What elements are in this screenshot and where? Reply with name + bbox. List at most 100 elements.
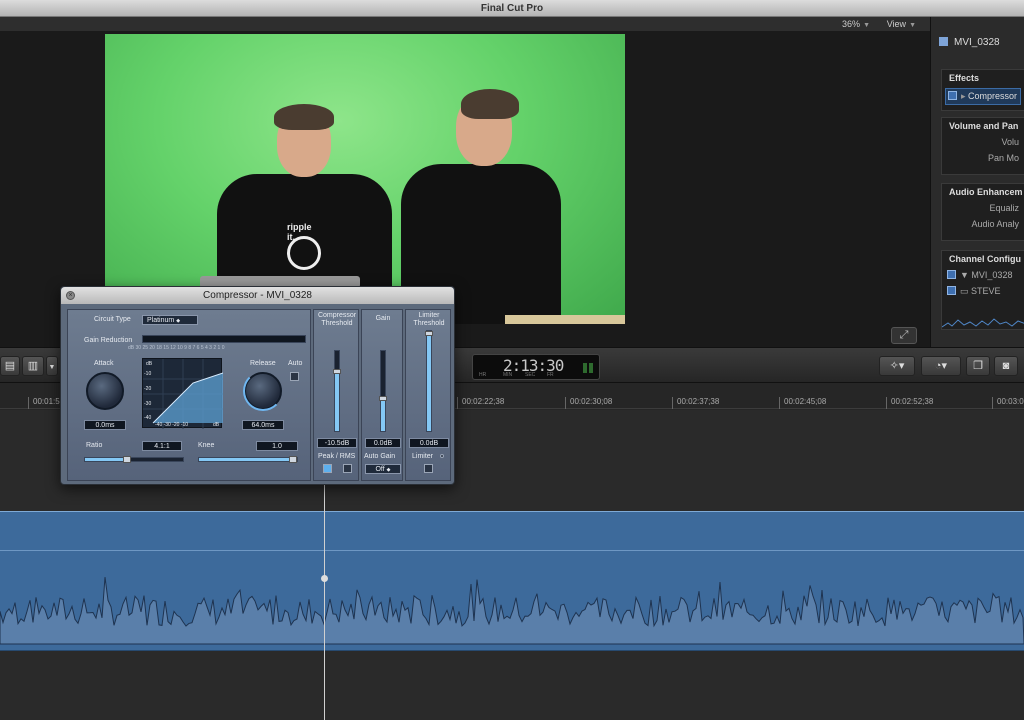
auto-gain-select[interactable]: Off ◆ [365, 464, 401, 474]
audio-meter-left [583, 363, 587, 373]
view-menu[interactable]: View ▼ [887, 19, 916, 29]
limiter-checkbox[interactable] [424, 464, 433, 473]
audio-meter-right [589, 363, 593, 373]
volume-line[interactable] [0, 550, 1024, 551]
gain-slider[interactable] [379, 350, 387, 432]
close-icon[interactable]: × [66, 291, 75, 300]
checkbox-icon[interactable] [948, 91, 957, 100]
auto-release-checkbox[interactable] [290, 372, 299, 381]
effect-compressor[interactable]: ▸ Compressor [945, 88, 1021, 105]
release-value[interactable]: 64.0ms [242, 420, 284, 430]
effects-section: Effects ▸ Compressor [941, 69, 1024, 111]
ratio-slider-thumb[interactable] [123, 456, 131, 463]
fullscreen-button[interactable]: ⤢ [891, 327, 917, 344]
timecode-display[interactable]: 2:13:30 HR MIN SEC FR [472, 354, 600, 380]
audio-analysis-row[interactable]: Audio Analy [942, 216, 1024, 232]
channel-item-name: STEVE [971, 286, 1001, 296]
limiter-label: Limiter [412, 453, 434, 460]
release-label: Release [250, 360, 276, 367]
edit-button[interactable]: ▥ [22, 356, 44, 376]
ruler-tick: 00:02:22;38 [457, 397, 504, 409]
ratio-value[interactable]: 4.1:1 [142, 441, 182, 451]
knee-label: Knee [198, 442, 215, 449]
volume-row[interactable]: Volu [942, 134, 1024, 150]
effects-header[interactable]: Effects [942, 70, 1024, 86]
peak-rms-label: Peak / RMS [318, 453, 356, 460]
disclosure-icon[interactable]: ▼ [960, 270, 971, 280]
threshold-value[interactable]: -10.5dB [317, 438, 357, 448]
checkbox-icon[interactable] [947, 270, 956, 279]
limiter-threshold-slider[interactable] [425, 330, 433, 432]
gain-panel: Gain 0.0dB Auto Gain Off ◆ [361, 309, 403, 481]
attack-knob[interactable] [86, 372, 124, 410]
knee-slider-fill [199, 458, 293, 461]
clip-tool-button[interactable]: ▤ [0, 356, 20, 376]
circuit-type-select[interactable]: Platinum ◆ [142, 315, 198, 325]
graph-y-tick: -40 [144, 415, 152, 421]
enhancements-button[interactable]: ✧▾ [879, 356, 915, 376]
ruler-tick: 00:02:45;08 [779, 397, 826, 409]
knee-value[interactable]: 1.0 [256, 441, 298, 451]
threshold-label: Compressor Threshold [317, 312, 357, 327]
transform-button[interactable]: ❐ [966, 356, 990, 376]
limiter-threshold-value[interactable]: 0.0dB [409, 438, 449, 448]
chevron-updown-icon: ◆ [386, 467, 391, 473]
audio-icon: ▭ [960, 286, 972, 296]
enhancements-header[interactable]: Audio Enhancem [942, 184, 1024, 200]
channel-header[interactable]: Channel Configu [942, 251, 1024, 267]
disclosure-icon[interactable]: ▸ [961, 91, 968, 101]
video-frame[interactable]: ripple it. [105, 34, 625, 324]
peak-button[interactable] [323, 464, 332, 473]
checkbox-icon[interactable] [947, 286, 956, 295]
compressor-title-bar[interactable]: × Compressor - MVI_0328 [61, 287, 454, 304]
limiter-slider-fill [427, 333, 431, 431]
threshold-slider-thumb[interactable] [333, 369, 341, 374]
audio-waveform [0, 577, 1024, 645]
channel-section: Channel Configu ▼ MVI_0328 ▭ STEVE [941, 250, 1024, 330]
knee-slider[interactable] [198, 456, 298, 463]
playhead-handle[interactable] [321, 575, 328, 582]
connect-icon: ▥ [27, 360, 39, 372]
limiter-led [440, 454, 444, 458]
knee-slider-thumb[interactable] [289, 456, 297, 463]
threshold-slider[interactable] [333, 350, 341, 432]
app-title: Final Cut Pro [0, 0, 1024, 17]
channel-item[interactable]: ▼ MVI_0328 [942, 267, 1024, 283]
rms-button[interactable] [343, 464, 352, 473]
magic-wand-icon: ✧▾ [889, 360, 905, 372]
tc-unit-sec: SEC [525, 372, 536, 378]
compression-curve [143, 359, 224, 429]
audio-clip[interactable] [0, 511, 1024, 651]
final-cut-pro-window: { "app": { "title": "Final Cut Pro" }, "… [0, 0, 1024, 720]
ruler-tick: 00:01:5 [28, 397, 60, 409]
chevron-updown-icon: ◆ [176, 318, 181, 324]
table [505, 315, 625, 324]
ratio-slider[interactable] [84, 456, 184, 463]
clip-icon [939, 37, 948, 46]
camera-button[interactable]: ◙ [994, 356, 1018, 376]
pan-row[interactable]: Pan Mo [942, 150, 1024, 166]
equalization-row[interactable]: Equaliz [942, 200, 1024, 216]
gain-slider-thumb[interactable] [379, 396, 387, 401]
zoom-menu[interactable]: 36% ▼ [842, 19, 870, 29]
gain-value[interactable]: 0.0dB [365, 438, 401, 448]
volume-header[interactable]: Volume and Pan [942, 118, 1024, 134]
channel-item[interactable]: ▭ STEVE [942, 283, 1024, 300]
retime-button[interactable]: ◔▾ [921, 356, 961, 376]
camera-icon: ◙ [1002, 360, 1010, 372]
gain-slider-fill [381, 397, 385, 431]
graph-x-unit: dB [213, 422, 220, 428]
limiter-slider-thumb[interactable] [425, 331, 433, 336]
ratio-slider-fill [85, 458, 127, 461]
circuit-type-label: Circuit Type [94, 316, 131, 323]
attack-value[interactable]: 0.0ms [84, 420, 126, 430]
compressor-title: Compressor - MVI_0328 [203, 290, 312, 301]
inspector-clip-name: MVI_0328 [954, 37, 1000, 48]
viewer-header: 36% ▼ View ▼ [0, 17, 930, 31]
ruler-tick: 00:02:30;08 [565, 397, 612, 409]
edit-menu-button[interactable]: ▼ [46, 356, 58, 376]
volume-section: Volume and Pan Volu Pan Mo [941, 117, 1024, 175]
channel-item-name: MVI_0328 [971, 270, 1013, 280]
graph-db-label: dB [146, 361, 153, 367]
gain-reduction-scale: dB 30 25 20 18 15 12 10 9 8 7 6 5 4 3 2 … [128, 345, 225, 351]
